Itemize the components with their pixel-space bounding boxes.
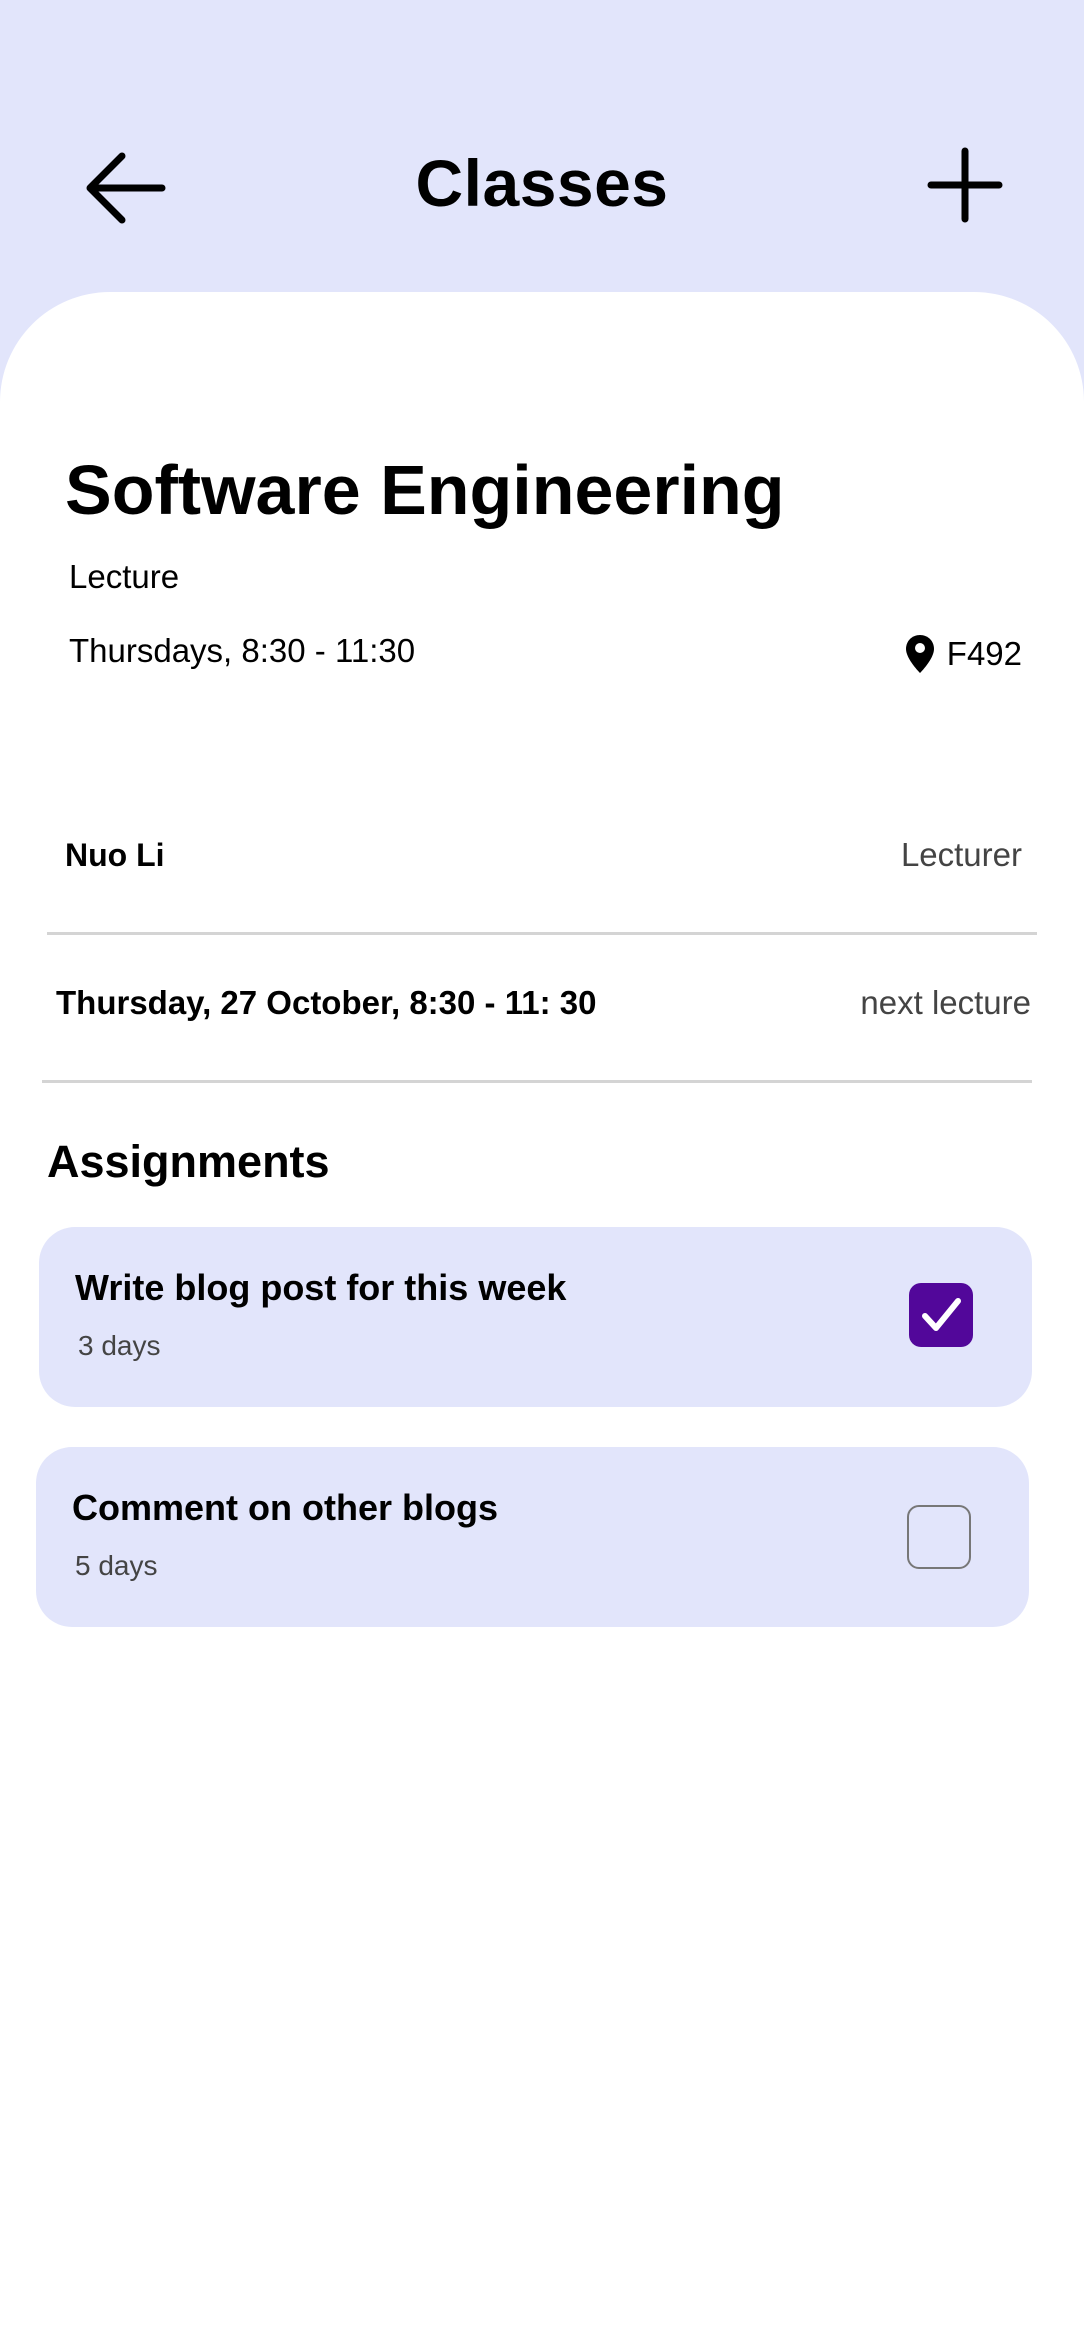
divider bbox=[47, 932, 1037, 935]
assignment-card[interactable]: Write blog post for this week 3 days bbox=[39, 1227, 1032, 1407]
lecturer-row: Nuo Li Lecturer bbox=[65, 836, 1022, 874]
course-type: Lecture bbox=[69, 558, 180, 595]
room-number: F492 bbox=[946, 635, 1022, 672]
course-schedule: Thursdays, 8:30 - 11:30 bbox=[69, 632, 416, 669]
checkmark-icon bbox=[922, 1298, 961, 1331]
lecturer-role: Lecturer bbox=[900, 836, 1022, 873]
page-title: Classes bbox=[415, 146, 669, 220]
assignment-title: Write blog post for this week bbox=[75, 1267, 567, 1308]
assignment-title: Comment on other blogs bbox=[72, 1487, 498, 1528]
location-pin-icon bbox=[905, 635, 934, 673]
assignment-due: 3 days bbox=[78, 1330, 161, 1361]
assignment-card[interactable]: Comment on other blogs 5 days bbox=[36, 1447, 1029, 1627]
assignment-checkbox-unchecked[interactable] bbox=[907, 1505, 971, 1569]
next-lecture-row: Thursday, 27 October, 8:30 - 11: 30 next… bbox=[56, 984, 1031, 1022]
class-detail-screen: Classes Software Engineering Lecture Thu… bbox=[0, 0, 1084, 2345]
next-lecture-label: next lecture bbox=[860, 984, 1031, 1021]
plus-icon bbox=[927, 147, 1003, 223]
course-title: Software Engineering bbox=[65, 451, 785, 529]
divider bbox=[42, 1080, 1032, 1083]
assignment-checkbox-checked[interactable] bbox=[909, 1283, 973, 1347]
lecturer-name: Nuo Li bbox=[65, 836, 165, 873]
add-class-button[interactable] bbox=[925, 145, 1005, 225]
assignment-due: 5 days bbox=[75, 1550, 158, 1581]
next-lecture-date: Thursday, 27 October, 8:30 - 11: 30 bbox=[56, 984, 597, 1021]
assignments-heading: Assignments bbox=[47, 1136, 330, 1187]
app-header: Classes bbox=[0, 0, 1084, 330]
room-location: F492 bbox=[905, 634, 1022, 674]
